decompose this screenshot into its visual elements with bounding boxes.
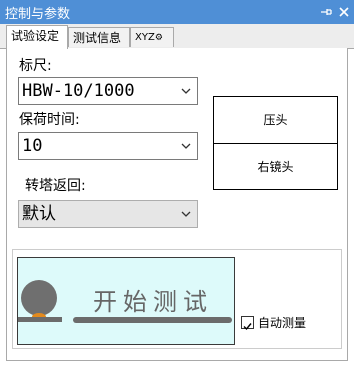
hold-time-value: 10 <box>22 136 43 156</box>
chevron-down-icon <box>181 211 191 217</box>
pin-icon[interactable] <box>319 4 333 20</box>
panel-title: 控制与参数 <box>5 7 71 22</box>
turret-return-label: 转塔返回: <box>25 178 86 194</box>
chevron-down-icon <box>181 143 191 149</box>
close-icon[interactable] <box>337 4 351 20</box>
auto-measure-label: 自动测量 <box>258 316 307 330</box>
auto-measure-checkbox[interactable] <box>241 316 254 331</box>
tab-strip: 试验设定 测试信息 XYZ⚙ <box>0 24 354 49</box>
start-test-label: 开始测试 <box>93 288 213 316</box>
turret-position-box: 压头 右镜头 <box>213 96 338 190</box>
tab-xyz[interactable]: XYZ⚙ <box>130 27 174 47</box>
scale-select[interactable]: HBW-10/1000 <box>18 77 198 105</box>
indenter-button[interactable]: 压头 <box>214 97 337 144</box>
panel-title-bar: 控制与参数 <box>0 0 354 24</box>
right-lens-button[interactable]: 右镜头 <box>214 144 337 190</box>
turret-return-select[interactable]: 默认 <box>18 200 198 228</box>
hold-time-label: 保荷时间: <box>19 112 80 128</box>
scale-value: HBW-10/1000 <box>22 81 135 101</box>
tab-xyz-label: XYZ <box>135 32 155 43</box>
hold-time-select[interactable]: 10 <box>18 132 198 160</box>
gear-icon: ⚙ <box>154 33 163 43</box>
chevron-down-icon <box>181 88 191 94</box>
tab-test-settings[interactable]: 试验设定 <box>6 25 68 49</box>
check-icon <box>243 323 252 331</box>
tab-test-info[interactable]: 测试信息 <box>68 27 130 47</box>
scale-label: 标尺: <box>19 58 52 74</box>
turret-return-value: 默认 <box>22 204 56 224</box>
